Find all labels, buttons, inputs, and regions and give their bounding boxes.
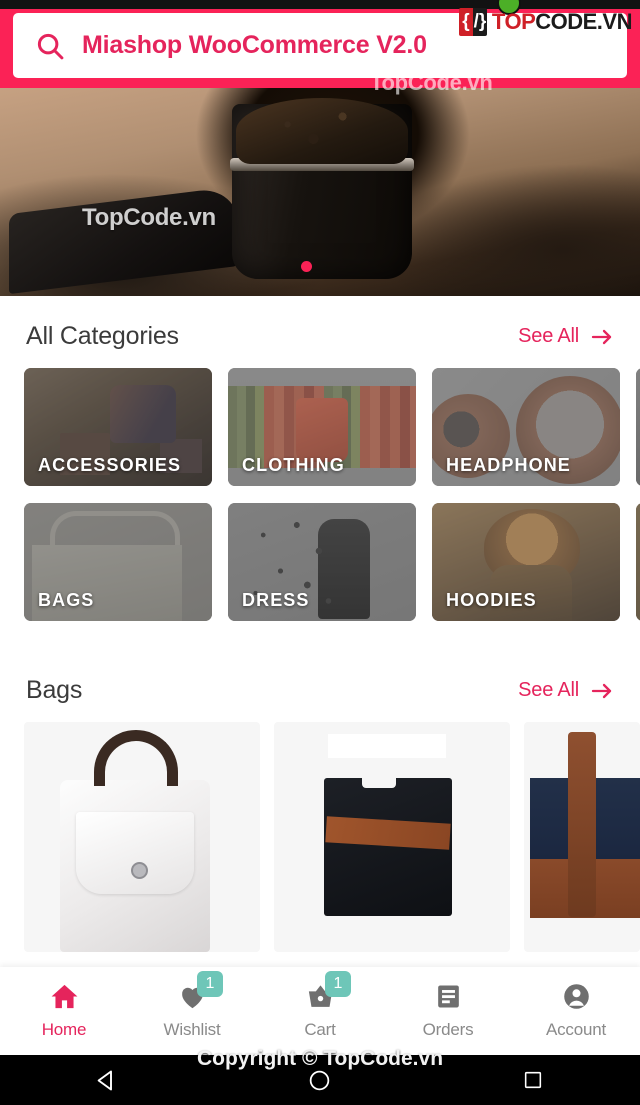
category-label: CLOTHING: [242, 455, 345, 475]
bags-product-row[interactable]: [0, 722, 640, 952]
search-icon: [35, 31, 65, 61]
product-card-tote-bag[interactable]: [524, 722, 640, 952]
bottom-navigation-bar: Home 1 Wishlist 1 Cart Orders Account: [0, 967, 640, 1055]
category-tile-next-partial-2[interactable]: [636, 503, 640, 621]
carousel-dot[interactable]: [301, 261, 312, 272]
category-tile-hoodies[interactable]: HOODIES: [432, 503, 620, 621]
product-card-card-wallet[interactable]: [274, 722, 510, 952]
bags-section-title: Bags: [26, 676, 83, 704]
banner-coffee-grounds: [236, 98, 408, 164]
banner-watermark: TopCode.vn: [82, 204, 216, 231]
product-image-tag: [328, 734, 446, 758]
nav-item-wishlist[interactable]: 1 Wishlist: [128, 971, 256, 1040]
home-icon: [47, 979, 81, 1013]
recents-square-icon[interactable]: [505, 1055, 561, 1105]
nav-item-cart[interactable]: 1 Cart: [256, 971, 384, 1040]
category-tile-bags[interactable]: BAGS: [24, 503, 212, 621]
nav-label: Cart: [304, 1020, 336, 1039]
page-title: All Categories: [26, 322, 179, 350]
android-navigation-bar: [0, 1055, 640, 1105]
product-image-notch: [362, 778, 396, 788]
topcode-brace-icon: {/}: [458, 8, 487, 36]
app-screen: Miashop WooCommerce V2.0 {/} TOPCODE.VN …: [0, 0, 640, 1105]
topcode-wordmark: TOPCODE.VN: [491, 9, 633, 35]
home-circle-icon[interactable]: [292, 1055, 348, 1105]
category-row-2[interactable]: BAGS DRESS HOODIES: [0, 503, 640, 621]
category-label: BAGS: [38, 590, 95, 610]
nav-item-orders[interactable]: Orders: [384, 979, 512, 1040]
nav-label: Wishlist: [163, 1020, 221, 1039]
arrow-right-icon: [590, 679, 614, 703]
category-tile-clothing[interactable]: CLOTHING: [228, 368, 416, 486]
see-all-categories-button[interactable]: See All: [518, 325, 614, 349]
product-image-lock: [131, 862, 148, 879]
product-image-flap: [76, 812, 194, 894]
nav-item-home[interactable]: Home: [0, 979, 128, 1040]
category-overlay: [636, 368, 640, 486]
category-tile-dress[interactable]: DRESS: [228, 503, 416, 621]
heart-icon: 1: [175, 971, 223, 1013]
category-tile-accessories[interactable]: ACCESSORIES: [24, 368, 212, 486]
category-label: DRESS: [242, 590, 310, 610]
see-all-label: See All: [518, 325, 579, 347]
search-input[interactable]: Miashop WooCommerce V2.0: [82, 31, 427, 60]
product-image-handle: [94, 730, 178, 786]
product-image-strap: [568, 732, 596, 917]
categories-section-header: All Categories See All: [0, 322, 640, 351]
nav-label: Orders: [422, 1020, 474, 1039]
category-label: HOODIES: [446, 590, 537, 610]
cart-icon: 1: [303, 971, 351, 1013]
nav-item-account[interactable]: Account: [512, 979, 640, 1040]
arrow-right-icon: [590, 325, 614, 349]
category-overlay: [636, 503, 640, 621]
wishlist-badge: 1: [197, 971, 223, 997]
hero-banner-carousel[interactable]: [0, 88, 640, 296]
cart-badge: 1: [325, 971, 351, 997]
topcode-logo-watermark: {/} TOPCODE.VN: [458, 8, 633, 36]
see-all-label: See All: [518, 679, 579, 701]
main-content: All Categories See All ACCESSORIES CLOTH…: [0, 296, 640, 967]
product-card-white-handbag[interactable]: [24, 722, 260, 952]
topcode-word-top: TOP: [491, 9, 536, 34]
nav-label: Home: [41, 1020, 87, 1039]
topcode-word-code: CODE.VN: [535, 9, 632, 34]
category-label: ACCESSORIES: [38, 455, 182, 475]
category-row-1[interactable]: ACCESSORIES CLOTHING HEADPHONE: [0, 368, 640, 486]
nav-label: Account: [545, 1020, 607, 1039]
category-label: HEADPHONE: [446, 455, 571, 475]
see-all-bags-button[interactable]: See All: [518, 679, 614, 703]
category-tile-next-partial[interactable]: [636, 368, 640, 486]
bags-section-header: Bags See All: [0, 676, 640, 705]
account-icon: [559, 979, 593, 1013]
category-tile-headphone[interactable]: HEADPHONE: [432, 368, 620, 486]
back-triangle-icon[interactable]: [79, 1055, 135, 1105]
orders-icon: [431, 979, 465, 1013]
header-watermark: TopCode.vn: [370, 70, 493, 95]
